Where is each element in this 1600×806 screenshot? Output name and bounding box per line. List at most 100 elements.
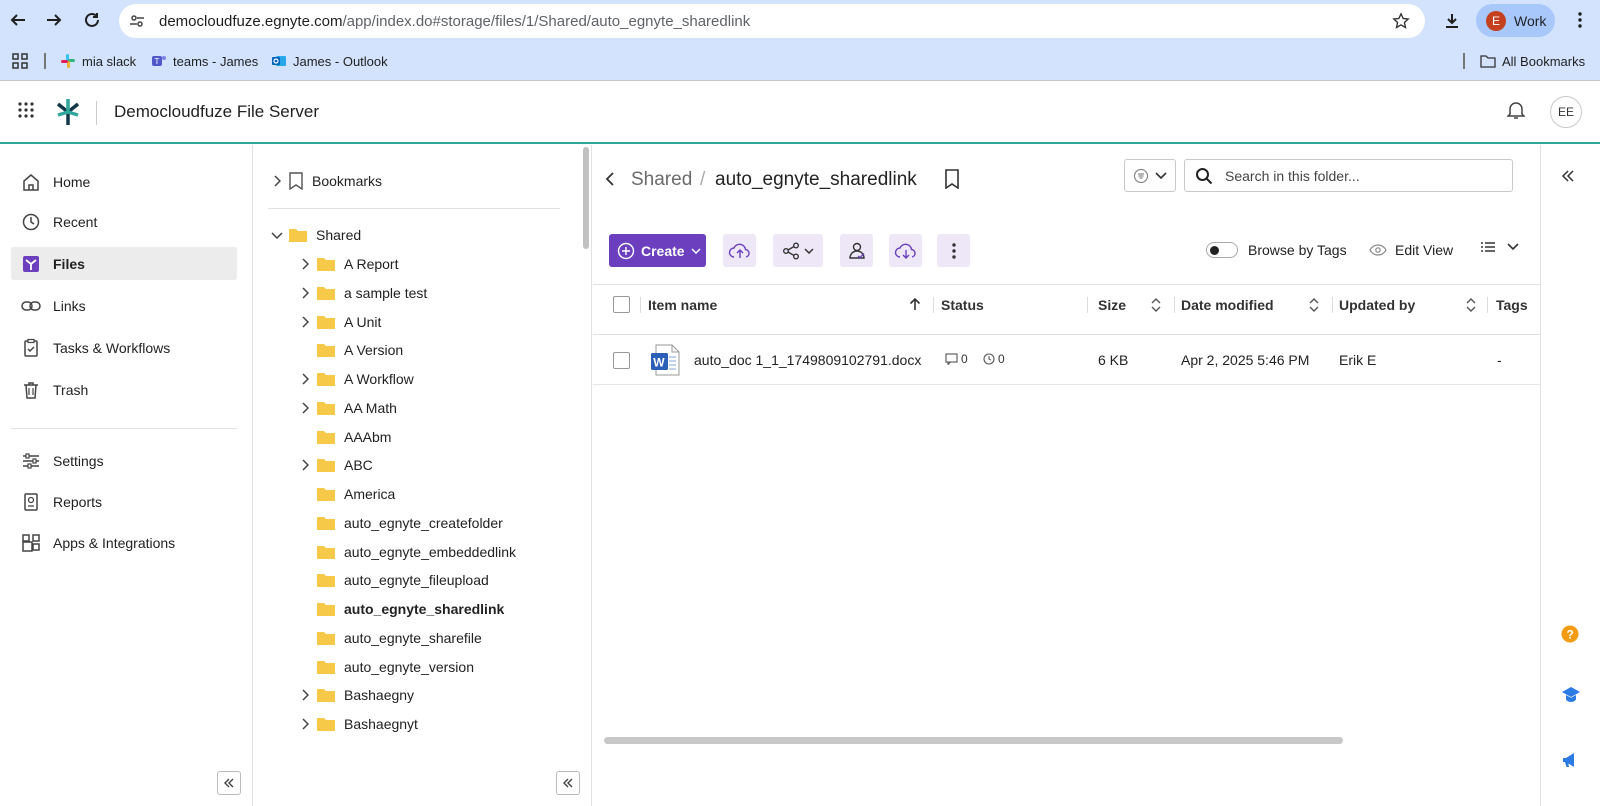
bookmark-star-icon[interactable] [1389, 9, 1413, 33]
collapse-nav-button[interactable] [217, 771, 241, 795]
expand-panel-icon[interactable] [1561, 169, 1575, 186]
app-launcher-icon[interactable] [18, 102, 34, 121]
tree-folder-item[interactable]: ABC [294, 453, 373, 477]
nav-item-files[interactable]: Files [11, 247, 237, 280]
request-signature-button[interactable] [840, 234, 873, 267]
chevron-right-icon[interactable] [294, 258, 316, 270]
version-clock-icon [983, 353, 995, 365]
download-icon[interactable] [1438, 7, 1466, 35]
more-actions-button[interactable] [937, 234, 970, 267]
tree-folder-item[interactable]: A Version [294, 338, 403, 362]
bookmark-outlook[interactable]: James - Outlook [271, 51, 388, 71]
chevron-right-icon[interactable] [294, 402, 316, 414]
tree-folder-item[interactable]: auto_egnyte_embeddedlink [294, 540, 516, 564]
tree-folder-item[interactable]: Bashaegny [294, 683, 414, 707]
toggle-switch[interactable] [1206, 242, 1238, 258]
reload-icon[interactable] [78, 6, 106, 34]
filter-dropdown[interactable] [1124, 159, 1176, 192]
forward-arrow-icon[interactable] [40, 6, 68, 34]
all-bookmarks-button[interactable]: All Bookmarks [1480, 51, 1585, 71]
home-icon [23, 173, 39, 191]
sort-toggle-icon[interactable] [1466, 297, 1476, 316]
file-name[interactable]: auto_doc 1_1_1749809102791.docx [694, 352, 921, 368]
tree-folder-item[interactable]: A Workflow [294, 367, 414, 391]
nav-item-links[interactable]: Links [11, 289, 237, 322]
column-header-status[interactable]: Status [941, 295, 984, 315]
user-avatar[interactable]: EE [1550, 96, 1582, 128]
sort-toggle-icon[interactable] [1309, 297, 1319, 316]
notifications-bell-icon[interactable] [1506, 100, 1526, 123]
chevron-right-icon[interactable] [294, 459, 316, 471]
tree-folder-item[interactable]: auto_egnyte_createfolder [294, 511, 503, 535]
egnyte-logo-icon[interactable] [56, 98, 80, 129]
chevron-right-icon[interactable] [294, 315, 316, 328]
chevron-down-icon [804, 247, 814, 254]
upload-button[interactable] [723, 234, 756, 267]
bookmark-teams[interactable]: T teams - James [151, 51, 258, 71]
collapse-tree-button[interactable] [556, 771, 580, 795]
back-arrow-icon[interactable] [4, 6, 32, 34]
browse-by-tags-toggle[interactable]: Browse by Tags [1206, 242, 1347, 258]
tree-folder-item[interactable]: AA Math [294, 396, 397, 420]
column-header-item-name[interactable]: Item name [648, 295, 717, 315]
nav-item-trash[interactable]: Trash [11, 373, 237, 406]
nav-item-tasks-workflows[interactable]: Tasks & Workflows [11, 331, 237, 364]
help-icon[interactable]: ? [1561, 625, 1579, 646]
chevron-down-icon[interactable] [266, 231, 288, 239]
horizontal-scrollbar[interactable] [604, 737, 1343, 744]
chevron-right-icon[interactable] [294, 373, 316, 385]
edit-view-button[interactable]: Edit View [1369, 242, 1453, 258]
nav-item-home[interactable]: Home [11, 165, 237, 198]
back-chevron-icon[interactable] [605, 171, 615, 190]
profile-label: Work [1514, 12, 1547, 29]
tree-folder-item[interactable]: AAAbm [294, 425, 391, 449]
tree-folder-item[interactable]: America [294, 482, 395, 506]
breadcrumb-parent[interactable]: Shared [631, 169, 692, 191]
sort-toggle-icon[interactable] [1151, 297, 1161, 316]
bookmark-mia-slack[interactable]: mia slack [60, 51, 136, 71]
column-header-tags[interactable]: Tags [1496, 295, 1528, 315]
megaphone-icon[interactable] [1561, 751, 1579, 772]
nav-item-recent[interactable]: Recent [11, 205, 237, 238]
column-header-size[interactable]: Size [1098, 295, 1126, 315]
browser-menu-icon[interactable] [1568, 8, 1592, 32]
tree-root-shared[interactable]: Shared [266, 223, 361, 247]
tree-folder-item[interactable]: auto_egnyte_version [294, 655, 474, 679]
address-bar[interactable]: democloudfuze.egnyte.com/app/index.do#st… [119, 4, 1425, 38]
nav-item-apps-integrations[interactable]: Apps & Integrations [11, 526, 237, 559]
column-header-date-modified[interactable]: Date modified [1181, 295, 1274, 315]
tree-folder-item[interactable]: auto_egnyte_fileupload [294, 568, 489, 592]
tree-folder-item[interactable]: A Unit [294, 310, 381, 334]
column-header-updated-by[interactable]: Updated by [1339, 295, 1415, 315]
tree-bookmarks[interactable]: Bookmarks [266, 169, 382, 193]
share-button[interactable] [773, 234, 823, 267]
select-all-checkbox[interactable] [613, 296, 630, 313]
apps-grid-icon[interactable] [12, 51, 28, 71]
chevron-right-icon[interactable] [294, 718, 316, 730]
row-checkbox[interactable] [613, 352, 630, 369]
view-mode-dropdown[interactable] [1481, 241, 1519, 253]
site-settings-icon[interactable] [125, 9, 149, 33]
search-field[interactable] [1184, 159, 1513, 192]
chevron-right-icon[interactable] [294, 689, 316, 701]
search-input[interactable] [1225, 167, 1505, 184]
download-button[interactable] [889, 234, 922, 267]
graduation-cap-icon[interactable] [1561, 685, 1581, 706]
sort-ascending-arrow-icon[interactable] [909, 297, 921, 314]
profile-button[interactable]: E Work [1476, 4, 1555, 37]
chevron-right-icon[interactable] [294, 287, 316, 299]
create-button[interactable]: Create [609, 234, 706, 267]
tree-folder-item[interactable]: A Report [294, 252, 398, 276]
chevron-right-icon[interactable] [266, 175, 288, 187]
comments-count[interactable]: 0 [945, 352, 968, 366]
versions-count[interactable]: 0 [983, 352, 1005, 366]
tree-folder-item[interactable]: Bashaegnyt [294, 712, 418, 736]
nav-item-reports[interactable]: Reports [11, 485, 237, 518]
tree-folder-item[interactable]: auto_egnyte_sharedlink [294, 597, 504, 621]
bookmark-folder-icon[interactable] [944, 169, 960, 192]
nav-item-settings[interactable]: Settings [11, 444, 237, 477]
tree-scrollbar[interactable] [583, 147, 589, 249]
breadcrumb-current: auto_egnyte_sharedlink [715, 169, 917, 190]
tree-folder-item[interactable]: a sample test [294, 281, 427, 305]
tree-folder-item[interactable]: auto_egnyte_sharefile [294, 626, 482, 650]
